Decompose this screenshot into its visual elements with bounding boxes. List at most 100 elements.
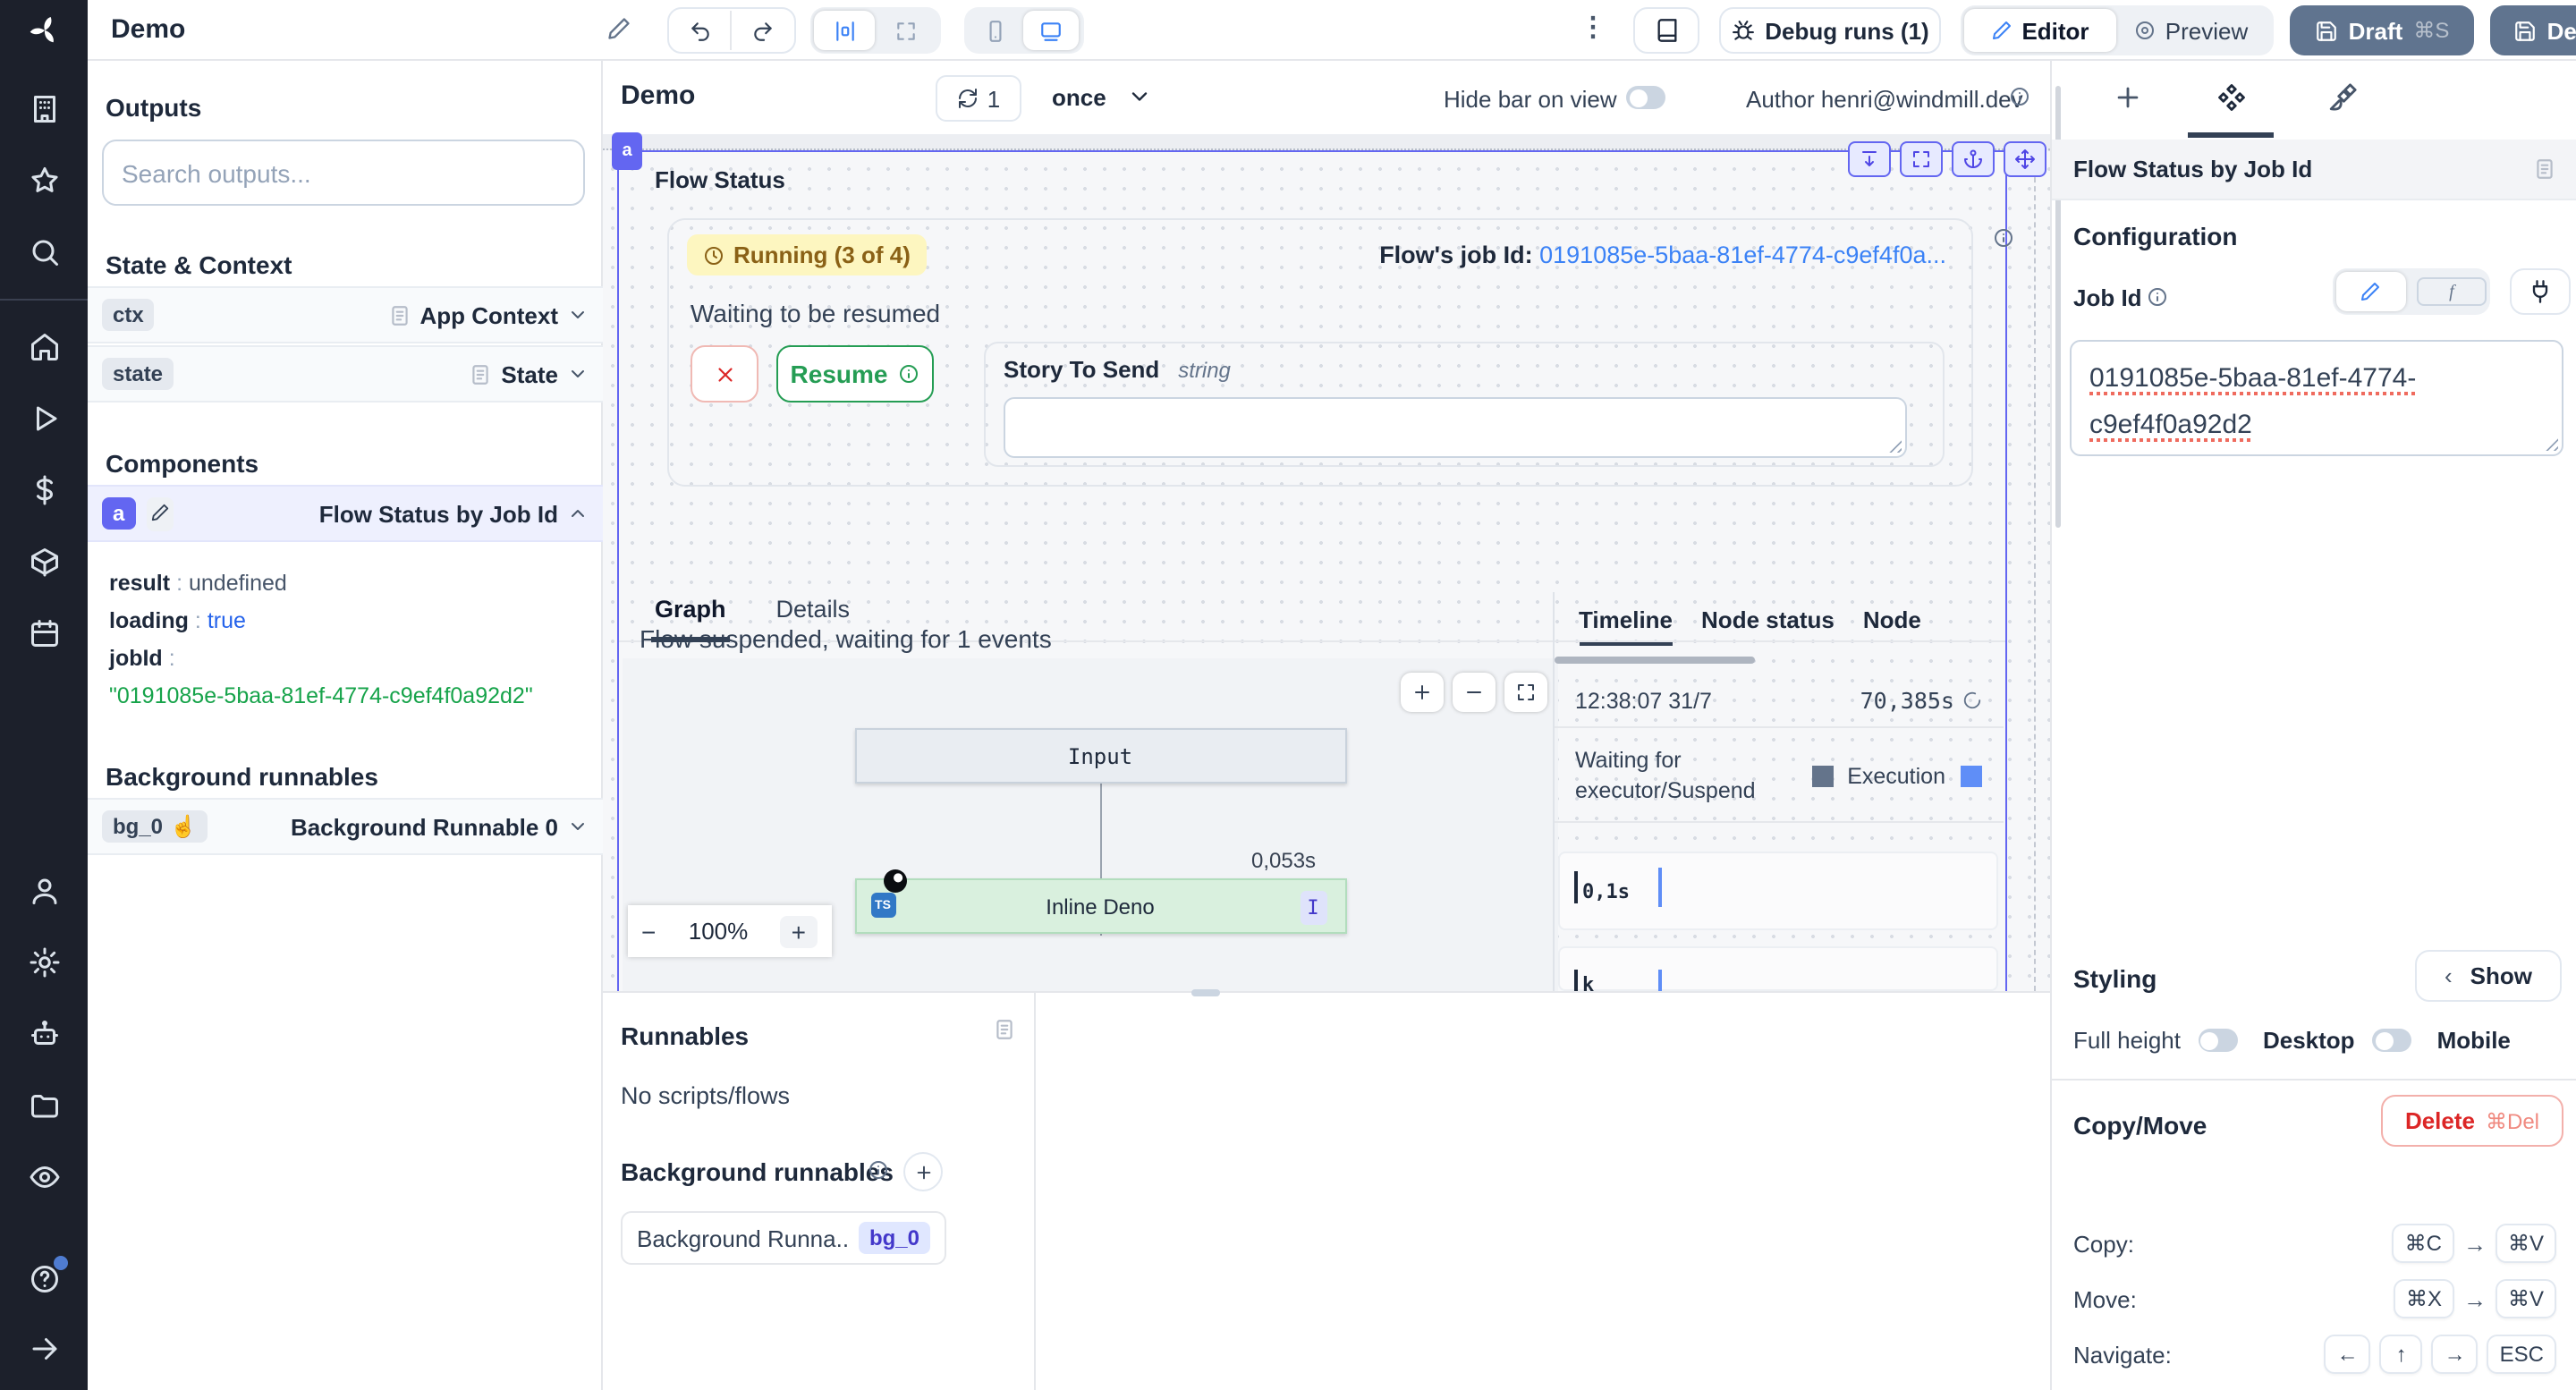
bg-runnable-item[interactable]: Background Runna... bg_0 (621, 1211, 946, 1265)
folders-icon[interactable] (28, 1089, 60, 1122)
kbd-key: → (2432, 1335, 2479, 1374)
collapse-arrow-icon[interactable] (28, 1333, 60, 1365)
tab-editor[interactable]: Editor (1964, 9, 2116, 52)
fullscreen-button[interactable] (1900, 141, 1943, 177)
runnables-doc-icon[interactable] (993, 1018, 1016, 1041)
tab-node-status[interactable]: Node status (1701, 606, 1835, 646)
panel-resize-handle[interactable] (1191, 989, 1220, 996)
settings-panel: Flow Status by Job Id Configuration Job … (2050, 61, 2576, 1390)
info-icon[interactable] (2147, 286, 2168, 308)
timeline-start: 12:38:07 31/7 (1575, 688, 1712, 713)
favorites-icon[interactable] (28, 165, 60, 197)
bg-runnable-row[interactable]: bg_0 ☝ Background Runnable 0 (88, 798, 603, 855)
docs-book-button[interactable] (1633, 7, 1699, 54)
fullwidth-layout-button[interactable] (875, 11, 936, 50)
debug-runs-button[interactable]: Debug runs (1) (1719, 7, 1941, 54)
job-id-textarea[interactable]: 0191085e-5baa-81ef-4774- c9ef4f0a92d2 (2070, 340, 2563, 456)
copy-move-title: Copy/Move (2073, 1111, 2207, 1140)
search-icon[interactable] (28, 236, 60, 268)
chevron-down-icon (567, 363, 589, 385)
styling-title: Styling (2073, 964, 2157, 993)
input-node[interactable]: Input (854, 728, 1346, 784)
expand-down-button[interactable] (1848, 141, 1891, 177)
component-a-tag[interactable]: a (612, 132, 642, 170)
editor-preview-toggle: Editor Preview (1961, 5, 2274, 55)
prop-result: result : undefined (109, 565, 533, 603)
duration-label: 0,053s (1251, 848, 1316, 873)
tab-timeline[interactable]: Timeline (1579, 606, 1673, 646)
timeline-row-next: k (1557, 946, 1997, 991)
tab-node[interactable]: Node (1863, 606, 1921, 646)
add-runnable-button[interactable] (903, 1152, 943, 1191)
redo-button[interactable] (732, 11, 794, 50)
refresh-count-button[interactable]: 1 (936, 75, 1021, 122)
inline-deno-node[interactable]: TS Inline Deno I (854, 878, 1346, 934)
job-id-link[interactable]: 0191085e-5baa-81ef-4774-c9ef4f0a... (1539, 242, 1946, 268)
desktop-toggle[interactable] (2373, 1029, 2412, 1052)
anchor-button[interactable] (1952, 141, 1995, 177)
connect-plug-button[interactable] (2510, 268, 2571, 315)
deno-icon (883, 869, 906, 893)
fx-expression-mode[interactable]: f (2417, 277, 2487, 306)
windmill-logo[interactable] (0, 0, 88, 61)
variables-icon[interactable] (28, 474, 60, 506)
more-menu-kebab-icon[interactable]: ⋮ (1580, 11, 1606, 43)
full-height-toggle[interactable] (2199, 1029, 2238, 1052)
flow-graph-viewport[interactable]: Flow suspended, waiting for 1 events Inp… (622, 658, 1557, 991)
story-textarea[interactable] (1004, 397, 1907, 458)
tab-component-settings[interactable] (2209, 75, 2252, 118)
graph-fullscreen-button[interactable] (1504, 673, 1546, 712)
rail-divider (0, 299, 88, 301)
move-button[interactable] (2004, 141, 2046, 177)
flow-status-component[interactable]: Flow Status Running (3 of 4) Flow's job … (617, 150, 2007, 993)
search-outputs-input[interactable] (102, 140, 585, 206)
home-icon[interactable] (28, 331, 60, 363)
user-icon[interactable] (28, 875, 60, 907)
draft-shortcut: ⌘S (2413, 18, 2449, 43)
resources-icon[interactable] (28, 546, 60, 578)
deploy-button[interactable]: Deploy (2490, 5, 2576, 55)
info-icon[interactable] (868, 1159, 889, 1181)
cancel-button[interactable] (691, 345, 758, 403)
hide-bar-label: Hide bar on view (1444, 86, 1617, 113)
mobile-view-button[interactable] (968, 11, 1023, 50)
info-icon[interactable] (1993, 227, 2014, 249)
zoom-in-button[interactable]: + (781, 915, 817, 947)
tab-styling-brush[interactable] (2320, 75, 2363, 118)
chevron-down-icon[interactable] (1127, 84, 1152, 109)
resume-button[interactable]: Resume (776, 345, 934, 403)
doc-icon[interactable] (2533, 157, 2556, 181)
app-canvas[interactable]: Demo 1 once Hide bar on view Author henr… (603, 61, 2050, 993)
schedules-icon[interactable] (28, 617, 60, 649)
horizontal-scrollbar[interactable] (1554, 657, 1754, 664)
settings-gear-icon[interactable] (28, 946, 60, 979)
tab-insert-component[interactable] (2106, 75, 2148, 118)
rename-pencil-icon[interactable] (606, 16, 631, 41)
zoom-out-button[interactable]: − (641, 917, 656, 945)
desktop-view-button[interactable] (1023, 11, 1079, 50)
runs-icon[interactable] (28, 403, 60, 435)
static-pencil-mode[interactable] (2336, 272, 2406, 311)
center-layout-button[interactable] (814, 11, 875, 50)
graph-zoom-out-button[interactable] (1452, 673, 1495, 712)
show-styling-button[interactable]: ‹ Show (2415, 950, 2562, 1002)
component-chip: a (102, 497, 135, 530)
ai-robot-icon[interactable] (28, 1018, 60, 1050)
state-row[interactable]: state State (88, 345, 603, 403)
graph-zoom-in-button[interactable] (1400, 673, 1443, 712)
tab-preview[interactable]: Preview (2116, 9, 2267, 52)
workers-eye-icon[interactable] (28, 1161, 60, 1193)
component-row-a[interactable]: a Flow Status by Job Id (88, 485, 603, 542)
hide-bar-toggle[interactable] (1626, 86, 1665, 109)
configuration-title: Configuration (2073, 222, 2238, 250)
delete-button[interactable]: Delete ⌘Del (2381, 1095, 2563, 1147)
info-icon (898, 363, 919, 385)
draft-button[interactable]: Draft ⌘S (2290, 5, 2474, 55)
workspace-icon[interactable] (28, 93, 60, 125)
recompute-select[interactable]: once (1052, 84, 1106, 111)
edit-component-pencil[interactable] (146, 496, 173, 530)
undo-button[interactable] (669, 11, 732, 50)
info-icon[interactable] (2009, 86, 2030, 107)
help-button[interactable] (28, 1263, 60, 1304)
ctx-row[interactable]: ctx App Context (88, 286, 603, 343)
